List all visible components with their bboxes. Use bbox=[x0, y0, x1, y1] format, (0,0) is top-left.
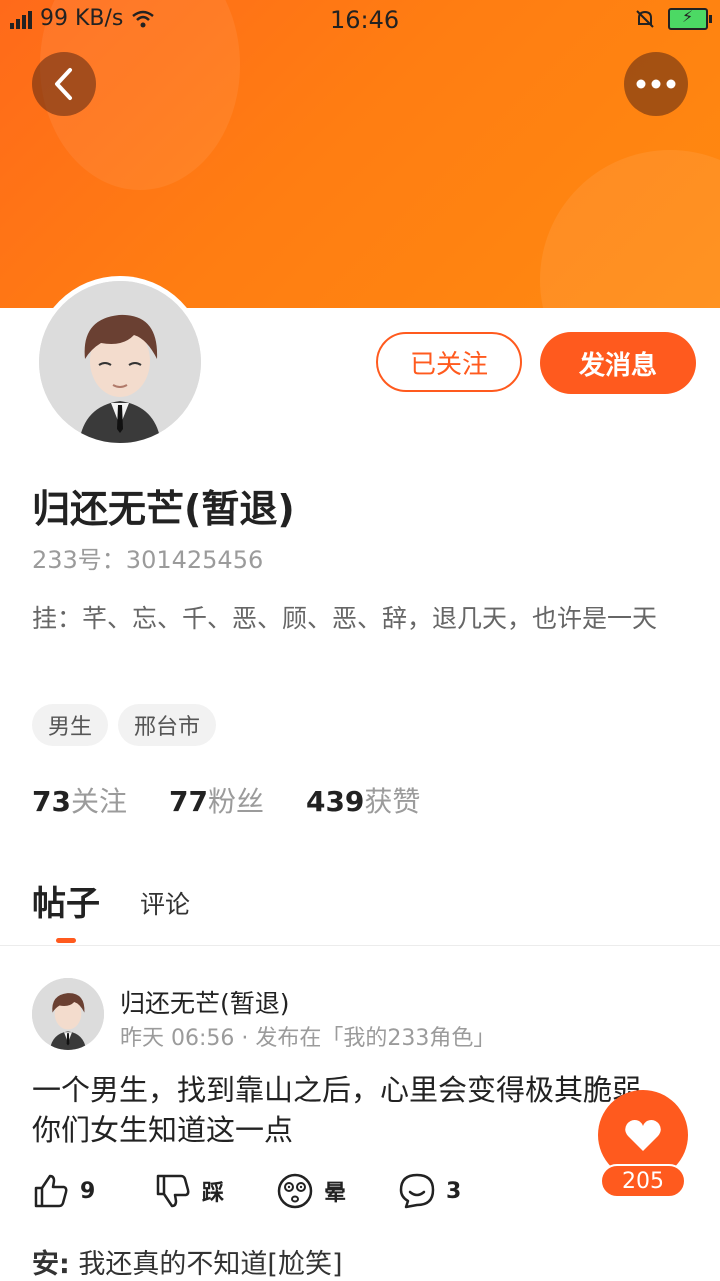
avatar-character-image bbox=[39, 281, 201, 443]
stat-likes-label: 获赞 bbox=[364, 785, 421, 818]
like-button[interactable]: 9 bbox=[32, 1172, 154, 1210]
status-time: 16:46 bbox=[330, 6, 400, 34]
stat-fans-label: 粉丝 bbox=[207, 785, 264, 818]
profile-banner bbox=[0, 0, 720, 308]
tag-gender: 男生 bbox=[32, 704, 109, 746]
profile-bio: 挂：芊、忘、千、恶、顾、恶、辞，退几天，也许是一天 bbox=[32, 604, 658, 633]
like-count: 9 bbox=[80, 1178, 96, 1204]
tag-city: 邢台市 bbox=[118, 704, 217, 746]
post-actions: 9 踩 晕 3 bbox=[32, 1172, 520, 1210]
dizzy-label: 晕 bbox=[324, 1181, 347, 1206]
net-speed: 99 KB/s bbox=[40, 6, 124, 31]
post-author-avatar[interactable] bbox=[32, 978, 104, 1050]
comment-preview[interactable]: 安: 我还真的不知道[尬笑] bbox=[32, 1242, 342, 1281]
profile-name: 归还无芒(暂退) bbox=[32, 487, 295, 531]
post-author-name[interactable]: 归还无芒(暂退) bbox=[120, 984, 290, 1020]
more-dots-icon bbox=[636, 79, 676, 89]
profile-id: 233号：301425456 bbox=[32, 546, 264, 574]
more-options-button[interactable] bbox=[624, 52, 688, 116]
comment-text: 我还真的不知道[尬笑] bbox=[78, 1249, 343, 1280]
comment-count: 3 bbox=[446, 1178, 462, 1204]
dizzy-face-icon bbox=[277, 1173, 313, 1209]
tabs-divider bbox=[0, 945, 720, 946]
stat-fans-count: 77 bbox=[168, 785, 208, 818]
thumbs-down-icon bbox=[156, 1174, 190, 1208]
banner-decoration bbox=[540, 150, 720, 308]
profile-avatar[interactable] bbox=[34, 276, 206, 448]
dizzy-button[interactable]: 晕 bbox=[276, 1172, 398, 1210]
back-button[interactable] bbox=[32, 52, 96, 116]
stat-following-label: 关注 bbox=[70, 785, 127, 818]
followed-button[interactable]: 已关注 bbox=[376, 332, 522, 392]
stat-fans[interactable]: 77粉丝 bbox=[169, 780, 264, 820]
stat-following[interactable]: 73关注 bbox=[32, 780, 127, 820]
status-left: 99 KB/s bbox=[10, 6, 155, 31]
post-meta: 昨天 06:56 · 发布在「我的233角色」 bbox=[120, 1026, 496, 1051]
stat-following-count: 73 bbox=[32, 785, 71, 818]
avatar-character-image bbox=[32, 978, 104, 1050]
battery-icon: ⚡ bbox=[668, 7, 712, 30]
mute-bell-icon bbox=[636, 10, 654, 28]
status-bar: 99 KB/s 16:46 ⚡ bbox=[0, 0, 720, 38]
status-right: ⚡ bbox=[634, 7, 712, 30]
dislike-button[interactable]: 踩 bbox=[154, 1172, 276, 1210]
send-message-button[interactable]: 发消息 bbox=[540, 332, 696, 394]
chevron-left-icon bbox=[55, 68, 72, 100]
tab-posts[interactable]: 帖子 bbox=[32, 876, 100, 943]
heart-icon bbox=[625, 1120, 661, 1151]
profile-tabs: 帖子 评论 bbox=[32, 876, 190, 943]
wifi-icon bbox=[132, 10, 155, 27]
comment-bubble-icon bbox=[399, 1173, 435, 1209]
thumbs-up-icon bbox=[34, 1174, 68, 1208]
profile-tags: 男生 邢台市 bbox=[32, 704, 217, 746]
tab-comments[interactable]: 评论 bbox=[140, 885, 190, 925]
comment-author: 安: bbox=[32, 1249, 70, 1280]
signal-icon bbox=[10, 9, 32, 29]
comment-button[interactable]: 3 bbox=[398, 1172, 520, 1210]
floating-heart-count: 205 bbox=[600, 1164, 686, 1198]
dislike-label: 踩 bbox=[202, 1181, 225, 1206]
post-content[interactable]: 一个男生，找到靠山之后，心里会变得极其脆弱，你们女生知道这一点 bbox=[32, 1070, 682, 1150]
stat-likes-count: 439 bbox=[305, 785, 365, 818]
stat-likes: 439获赞 bbox=[306, 780, 420, 820]
profile-stats: 73关注 77粉丝 439获赞 bbox=[32, 780, 420, 820]
